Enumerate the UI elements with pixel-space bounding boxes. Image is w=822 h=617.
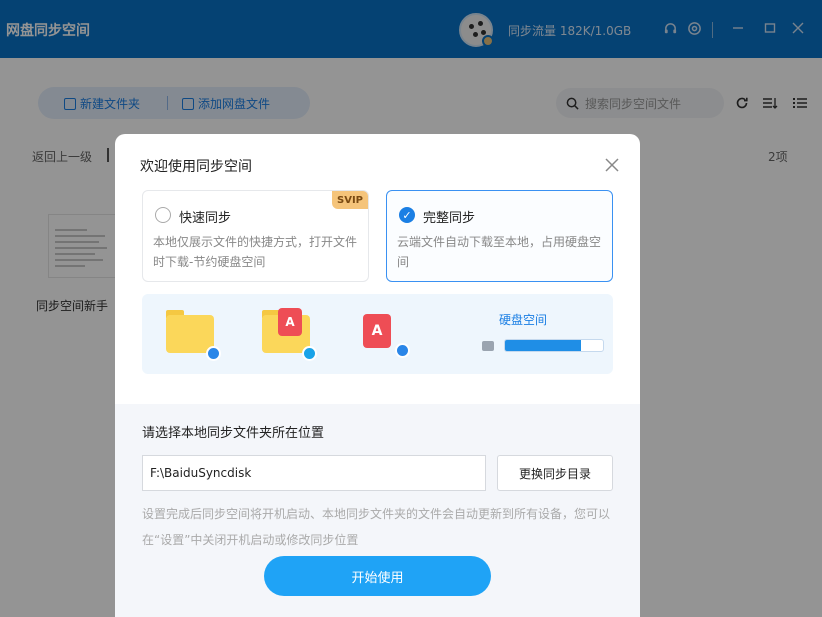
quick-sync-desc: 本地仅展示文件的快捷方式，打开文件时下载-节约硬盘空间: [153, 235, 358, 269]
close-icon: [605, 158, 619, 172]
welcome-dialog: 欢迎使用同步空间 快速同步 SVIP 本地仅展示文件的快捷方式，打开文件时下载-…: [115, 134, 640, 617]
setup-note: 设置完成后同步空间将开机启动、本地同步文件夹的文件会自动更新到所有设备，您可以在…: [142, 507, 611, 547]
cloud-icon: [395, 343, 410, 358]
svip-badge: SVIP: [332, 191, 368, 209]
cloud-icon: [206, 346, 221, 361]
full-sync-desc: 云端文件自动下载至本地，占用硬盘空间: [397, 235, 602, 269]
full-sync-option[interactable]: ✓ 完整同步 云端文件自动下载至本地，占用硬盘空间: [386, 190, 613, 282]
full-sync-title: 完整同步: [423, 211, 476, 226]
sync-path-input[interactable]: [142, 455, 486, 491]
disk-space-label: 硬盘空间: [499, 313, 548, 327]
change-directory-button[interactable]: 更换同步目录: [497, 455, 613, 491]
dialog-title: 欢迎使用同步空间: [140, 159, 252, 175]
quick-sync-title: 快速同步: [179, 211, 232, 226]
start-button[interactable]: 开始使用: [264, 556, 491, 596]
path-label: 请选择本地同步文件夹所在位置: [142, 426, 325, 441]
quick-sync-option[interactable]: 快速同步 SVIP 本地仅展示文件的快捷方式，打开文件时下载-节约硬盘空间: [142, 190, 369, 282]
disk-usage-bar: [504, 339, 604, 352]
radio-checked-icon[interactable]: ✓: [399, 207, 415, 223]
sync-illustration: A A 硬盘空间: [142, 294, 613, 374]
sync-icon: [302, 346, 317, 361]
pdf-icon: A: [278, 308, 302, 336]
dialog-close-button[interactable]: [601, 154, 623, 176]
radio-unchecked-icon[interactable]: [155, 207, 171, 223]
hard-disk-icon: [482, 341, 494, 351]
pdf-file-icon: A: [363, 314, 391, 348]
